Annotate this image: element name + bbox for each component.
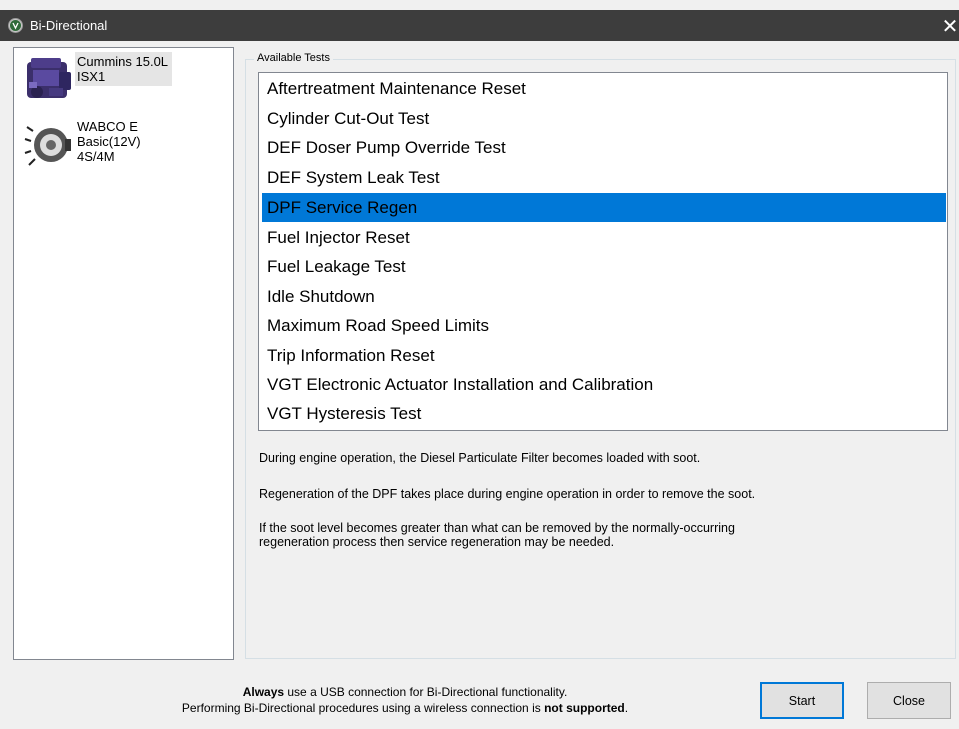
- footer-emphasis: not supported: [544, 701, 625, 715]
- engine-icon: [27, 58, 71, 98]
- app-logo-icon: [8, 18, 23, 33]
- footer-text: use a USB connection for Bi-Directional …: [284, 685, 568, 699]
- list-item[interactable]: Cylinder Cut-Out Test: [262, 104, 946, 133]
- device-label-box: Cummins 15.0L ISX1: [75, 52, 173, 86]
- list-item[interactable]: DEF Doser Pump Override Test: [262, 133, 946, 162]
- device-list[interactable]: Cummins 15.0L ISX1 WABCO E Basic(12V) 4S…: [13, 47, 234, 660]
- list-item[interactable]: Maximum Road Speed Limits: [262, 311, 946, 340]
- footer-line-1: Always use a USB connection for Bi-Direc…: [60, 684, 750, 700]
- list-item-selected[interactable]: DPF Service Regen: [262, 193, 946, 222]
- footer-emphasis: Always: [242, 685, 285, 699]
- device-label-box: WABCO E Basic(12V) 4S/4M: [75, 117, 145, 166]
- list-item[interactable]: VGT Electronic Actuator Installation and…: [262, 370, 946, 399]
- abs-modulator-icon: [24, 126, 71, 166]
- footer-note: Always use a USB connection for Bi-Direc…: [60, 684, 750, 716]
- list-item[interactable]: DEF System Leak Test: [262, 163, 946, 192]
- list-item[interactable]: Idle Shutdown: [262, 282, 946, 311]
- window-title: Bi-Directional: [30, 18, 108, 33]
- group-legend: Available Tests: [254, 52, 333, 64]
- device-item-cummins[interactable]: Cummins 15.0L ISX1: [23, 52, 173, 110]
- close-button[interactable]: Close: [867, 682, 951, 719]
- footer-text: Performing Bi-Directional procedures usi…: [181, 701, 545, 715]
- bi-directional-dialog: Bi-Directional ✕ Cummins 15.0L ISX1 WABC…: [0, 0, 959, 729]
- description-paragraph: regeneration process then service regene…: [259, 535, 615, 549]
- description-paragraph: If the soot level becomes greater than w…: [259, 521, 735, 535]
- list-item[interactable]: Aftertreatment Maintenance Reset: [262, 74, 946, 103]
- start-button[interactable]: Start: [760, 682, 844, 719]
- list-item[interactable]: Trip Information Reset: [262, 341, 946, 370]
- device-label: Cummins 15.0L ISX1: [77, 54, 169, 84]
- device-item-wabco[interactable]: WABCO E Basic(12V) 4S/4M: [23, 117, 145, 175]
- description-paragraph: During engine operation, the Diesel Part…: [259, 451, 701, 465]
- list-item[interactable]: VGT Hysteresis Test: [262, 399, 946, 428]
- description-paragraph: Regeneration of the DPF takes place duri…: [259, 487, 756, 501]
- title-bar: Bi-Directional ✕: [0, 10, 959, 41]
- footer-line-2: Performing Bi-Directional procedures usi…: [60, 700, 750, 716]
- window-close-icon[interactable]: ✕: [941, 10, 959, 41]
- list-item[interactable]: Fuel Injector Reset: [262, 223, 946, 252]
- footer-text: .: [624, 701, 629, 715]
- list-item[interactable]: Fuel Leakage Test: [262, 252, 946, 281]
- device-label: WABCO E Basic(12V) 4S/4M: [77, 119, 141, 164]
- tests-list[interactable]: Aftertreatment Maintenance Reset Cylinde…: [258, 72, 948, 431]
